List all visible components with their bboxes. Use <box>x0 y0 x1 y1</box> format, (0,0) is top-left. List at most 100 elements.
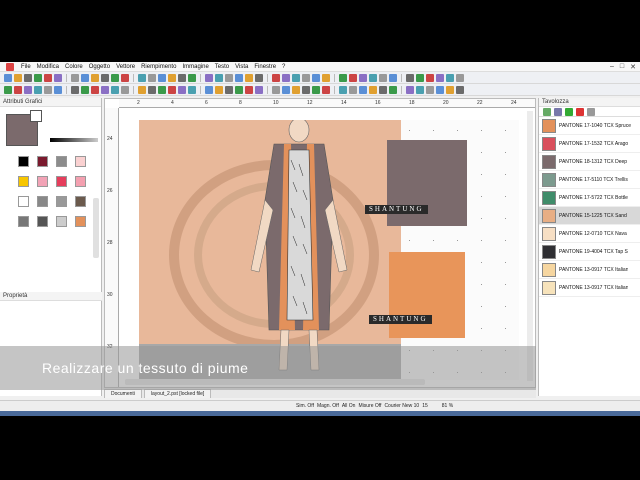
toolbar-tool-icon[interactable] <box>4 73 12 82</box>
toolbar-tool-icon[interactable] <box>416 85 424 94</box>
toolbar-tool-icon[interactable] <box>148 85 156 94</box>
status-font[interactable]: Courier New 10 <box>384 403 419 409</box>
toolbar-tool-icon[interactable] <box>235 85 243 94</box>
toolbar-tool-icon[interactable] <box>138 85 146 94</box>
new-color-icon[interactable] <box>565 107 573 116</box>
palette-color-row[interactable]: PANTONE 12-0710 TCX Nava <box>539 225 640 243</box>
toolbar-tool-icon[interactable] <box>215 73 223 82</box>
toolbar-tool-icon[interactable] <box>158 85 166 94</box>
palette-color-row[interactable]: PANTONE 13-0917 TCX Italian <box>539 261 640 279</box>
palette-color-row[interactable]: PANTONE 18-1312 TCX Deep <box>539 153 640 171</box>
toolbar-tool-icon[interactable] <box>168 73 176 82</box>
toolbar-tool-icon[interactable] <box>322 73 330 82</box>
toolbar-tool-icon[interactable] <box>292 73 300 82</box>
palette-color-row[interactable]: PANTONE 17-1040 TCX Spruce <box>539 117 640 135</box>
toolbar-tool-icon[interactable] <box>312 73 320 82</box>
toolbar-tool-icon[interactable] <box>359 73 367 82</box>
canvas-vertical-scrollbar[interactable] <box>527 111 533 381</box>
close-button[interactable]: ✕ <box>630 63 636 71</box>
toolbar-tool-icon[interactable] <box>245 73 253 82</box>
toolbar-tool-icon[interactable] <box>14 73 22 82</box>
palette-color-row[interactable]: PANTONE 17-5722 TCX Bottle <box>539 189 640 207</box>
toolbar-tool-icon[interactable] <box>91 73 99 82</box>
fabric-label-1[interactable]: SHANTUNG <box>365 205 428 214</box>
menu-finestre[interactable]: Finestre <box>251 64 279 70</box>
palette-swatch[interactable] <box>18 216 29 227</box>
palette-color-row[interactable]: PANTONE 19-4004 TCX Tap S <box>539 243 640 261</box>
panel-scrollbar[interactable] <box>93 198 99 258</box>
palette-swatch[interactable] <box>75 216 86 227</box>
toolbar-tool-icon[interactable] <box>178 73 186 82</box>
fashion-figure[interactable] <box>229 120 369 378</box>
menu-file[interactable]: File <box>18 64 34 70</box>
toolbar-tool-icon[interactable] <box>426 85 434 94</box>
layout-document[interactable]: SHANTUNG SHANTUNG <box>139 120 519 380</box>
palette-swatch[interactable] <box>37 196 48 207</box>
toolbar-tool-icon[interactable] <box>339 73 347 82</box>
toolbar-tool-icon[interactable] <box>168 85 176 94</box>
toolbar-tool-icon[interactable] <box>101 85 109 94</box>
palette-swatch[interactable] <box>56 176 67 187</box>
toolbar-tool-icon[interactable] <box>379 85 387 94</box>
toolbar-tool-icon[interactable] <box>54 73 62 82</box>
toolbar-tool-icon[interactable] <box>255 73 263 82</box>
toolbar-tool-icon[interactable] <box>34 85 42 94</box>
toolbar-tool-icon[interactable] <box>322 85 330 94</box>
toolbar-tool-icon[interactable] <box>436 73 444 82</box>
toolbar-tool-icon[interactable] <box>369 85 377 94</box>
toolbar-tool-icon[interactable] <box>44 85 52 94</box>
menu-modifica[interactable]: Modifica <box>34 64 62 70</box>
toolbar-tool-icon[interactable] <box>235 73 243 82</box>
maximize-button[interactable]: □ <box>620 63 624 71</box>
toolbar-tool-icon[interactable] <box>44 73 52 82</box>
toolbar-tool-icon[interactable] <box>205 73 213 82</box>
status-sim[interactable]: Sim. Off <box>296 403 314 409</box>
toolbar-tool-icon[interactable] <box>255 85 263 94</box>
toolbar-tool-icon[interactable] <box>426 73 434 82</box>
toolbar-tool-icon[interactable] <box>389 73 397 82</box>
palette-swatch[interactable] <box>18 196 29 207</box>
toolbar-tool-icon[interactable] <box>225 85 233 94</box>
palette-swatch[interactable] <box>75 196 86 207</box>
toolbar-tool-icon[interactable] <box>245 85 253 94</box>
gradient-bar[interactable] <box>50 138 98 142</box>
toolbar-tool-icon[interactable] <box>215 85 223 94</box>
toolbar-tool-icon[interactable] <box>416 73 424 82</box>
toolbar-tool-icon[interactable] <box>302 85 310 94</box>
toolbar-tool-icon[interactable] <box>302 73 310 82</box>
toolbar-tool-icon[interactable] <box>225 73 233 82</box>
toolbar-tool-icon[interactable] <box>24 85 32 94</box>
toolbar-tool-icon[interactable] <box>14 85 22 94</box>
swatch-block-orange[interactable] <box>389 252 465 338</box>
menu-vista[interactable]: Vista <box>232 64 251 70</box>
status-size[interactable]: 15 <box>422 403 428 409</box>
toolbar-tool-icon[interactable] <box>205 85 213 94</box>
fabric-label-2[interactable]: SHANTUNG <box>369 315 432 324</box>
toolbar-tool-icon[interactable] <box>91 85 99 94</box>
status-magn[interactable]: Magn. Off <box>317 403 339 409</box>
toolbar-tool-icon[interactable] <box>121 73 129 82</box>
toolbar-tool-icon[interactable] <box>81 85 89 94</box>
toolbar-tool-icon[interactable] <box>178 85 186 94</box>
toolbar-tool-icon[interactable] <box>4 85 12 94</box>
toolbar-tool-icon[interactable] <box>24 73 32 82</box>
tab-layout[interactable]: layout_2.pst [locked file] <box>143 389 212 398</box>
toolbar-tool-icon[interactable] <box>71 85 79 94</box>
menu-testo[interactable]: Testo <box>212 64 232 70</box>
toolbar-tool-icon[interactable] <box>456 85 464 94</box>
status-misure[interactable]: Misure Off <box>358 403 381 409</box>
toolbar-tool-icon[interactable] <box>148 73 156 82</box>
palette-color-row[interactable]: PANTONE 17-1532 TCX Arago <box>539 135 640 153</box>
minimize-button[interactable]: – <box>610 63 614 71</box>
toolbar-tool-icon[interactable] <box>349 85 357 94</box>
toolbar-tool-icon[interactable] <box>406 85 414 94</box>
palette-swatch[interactable] <box>56 216 67 227</box>
toolbar-tool-icon[interactable] <box>101 73 109 82</box>
toolbar-tool-icon[interactable] <box>121 85 129 94</box>
toolbar-tool-icon[interactable] <box>369 73 377 82</box>
toolbar-tool-icon[interactable] <box>71 73 79 82</box>
status-zoom[interactable]: 81 % <box>442 403 453 409</box>
edit-color-icon[interactable] <box>554 107 562 116</box>
toolbar-tool-icon[interactable] <box>111 85 119 94</box>
toolbar-tool-icon[interactable] <box>188 73 196 82</box>
